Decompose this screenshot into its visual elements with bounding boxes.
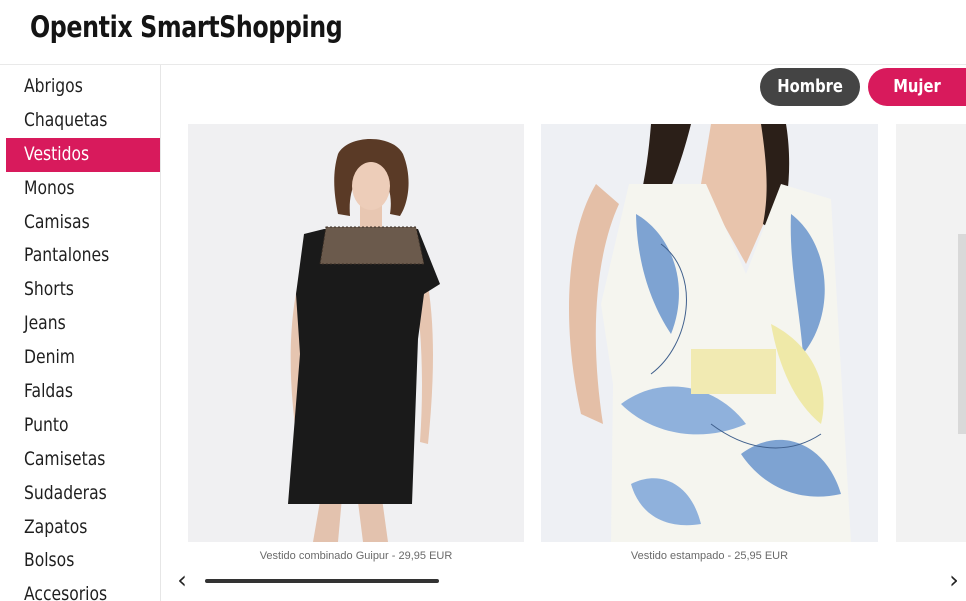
sidebar-item-jeans[interactable]: Jeans (0, 307, 160, 341)
sidebar-item-punto[interactable]: Punto (0, 409, 160, 443)
product-card-partial[interactable] (896, 124, 966, 542)
category-sidebar: Abrigos Chaquetas Vestidos Monos Camisas… (0, 70, 160, 601)
product-image-black-dress (188, 124, 524, 542)
product-card[interactable] (188, 124, 524, 542)
carousel-scrollbar[interactable] (205, 579, 935, 583)
header-divider (0, 64, 966, 65)
sidebar-item-chaquetas[interactable]: Chaquetas (0, 104, 160, 138)
sidebar-item-denim[interactable]: Denim (0, 341, 160, 375)
chevron-left-icon[interactable]: ‹ (172, 566, 192, 594)
app-title: Opentix SmartShopping (30, 10, 343, 44)
carousel-scroll-thumb[interactable] (205, 579, 439, 583)
product-caption: Vestido combinado Guipur - 29,95 EUR (259, 550, 453, 562)
product-caption: Vestido estampado - 25,95 EUR (630, 550, 789, 562)
chevron-right-icon[interactable]: › (944, 566, 964, 594)
product-image-partial (896, 124, 966, 542)
sidebar-item-pantalones[interactable]: Pantalones (0, 239, 160, 273)
sidebar-divider (160, 65, 161, 601)
sidebar-item-faldas[interactable]: Faldas (0, 375, 160, 409)
sidebar-item-vestidos[interactable]: Vestidos (6, 137, 160, 172)
mujer-button[interactable]: Mujer (868, 68, 966, 106)
sidebar-item-camisetas[interactable]: Camisetas (0, 443, 160, 477)
sidebar-item-zapatos[interactable]: Zapatos (0, 511, 160, 545)
sidebar-item-sudaderas[interactable]: Sudaderas (0, 477, 160, 511)
sidebar-item-shorts[interactable]: Shorts (0, 273, 160, 307)
product-card[interactable] (541, 124, 878, 542)
sidebar-item-camisas[interactable]: Camisas (0, 206, 160, 240)
sidebar-item-monos[interactable]: Monos (0, 172, 160, 206)
hombre-button[interactable]: Hombre (760, 68, 860, 106)
product-image-printed-dress (541, 124, 878, 542)
sidebar-item-bolsos[interactable]: Bolsos (0, 544, 160, 578)
sidebar-item-accesorios[interactable]: Accesorios (0, 578, 160, 601)
sidebar-item-abrigos[interactable]: Abrigos (0, 70, 160, 104)
